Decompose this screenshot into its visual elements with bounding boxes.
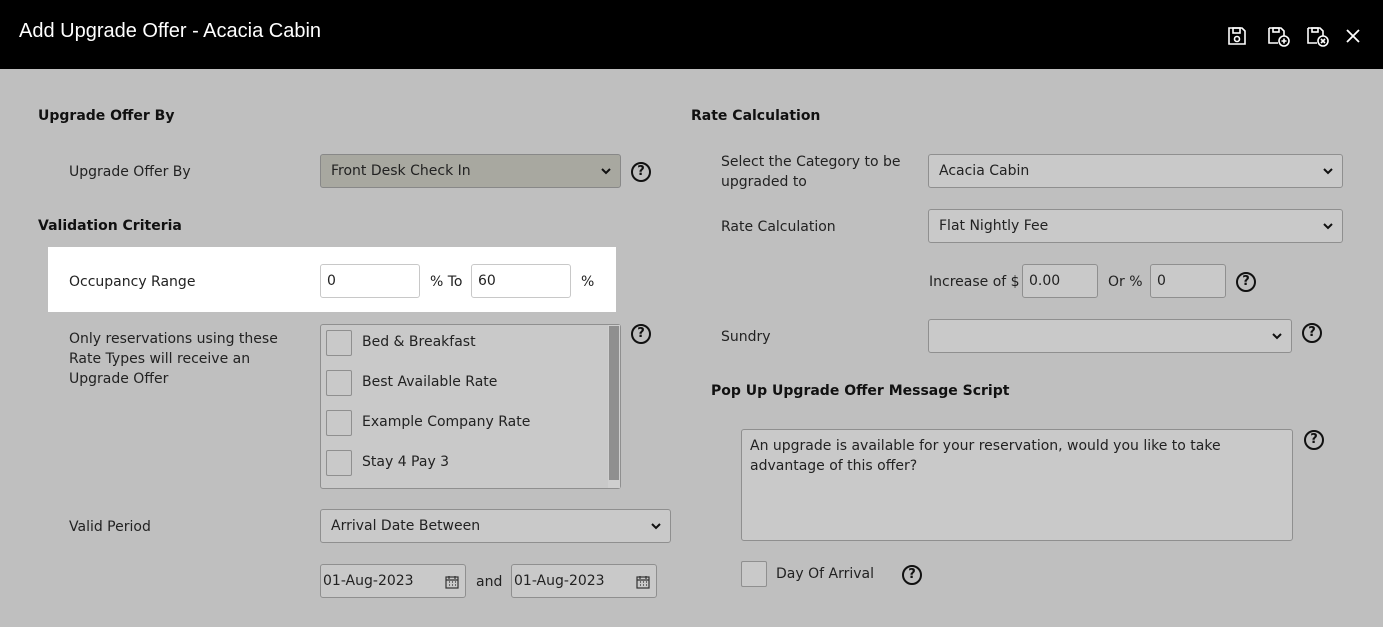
help-icon[interactable]: ?: [1304, 430, 1324, 450]
and-label: and: [476, 574, 503, 590]
title-bar: Add Upgrade Offer - Acacia Cabin: [0, 0, 1383, 69]
occupancy-to-label: % To: [430, 274, 463, 290]
help-icon[interactable]: ?: [1302, 323, 1322, 343]
category-label: Select the Category to be upgraded to: [721, 154, 901, 190]
upgrade-offer-by-label: Upgrade Offer By: [69, 164, 191, 180]
scrollbar-thumb[interactable]: [609, 326, 619, 480]
or-percent-label: Or %: [1108, 274, 1143, 290]
help-icon[interactable]: ?: [631, 162, 651, 182]
message-script-textarea[interactable]: An upgrade is available for your reserva…: [741, 429, 1293, 541]
scrollbar[interactable]: [608, 325, 620, 488]
rate-calculation-select[interactable]: Flat Nightly Fee: [928, 209, 1343, 243]
occupancy-from-input[interactable]: 0: [320, 264, 420, 298]
checkbox[interactable]: [326, 410, 352, 436]
chevron-down-icon: [651, 523, 661, 530]
save-and-close-icon[interactable]: [1305, 24, 1329, 48]
checkbox[interactable]: [326, 370, 352, 396]
calendar-icon[interactable]: [445, 575, 459, 589]
upgrade-offer-by-select[interactable]: Front Desk Check In: [320, 154, 621, 188]
section-popup-message: Pop Up Upgrade Offer Message Script: [711, 383, 1010, 399]
sundry-label: Sundry: [721, 329, 771, 345]
sundry-select[interactable]: [928, 319, 1292, 353]
section-rate-calculation: Rate Calculation: [691, 108, 821, 124]
or-percent-input[interactable]: 0: [1150, 264, 1226, 298]
rate-calculation-label: Rate Calculation: [721, 219, 836, 235]
day-of-arrival-checkbox[interactable]: [741, 561, 767, 587]
chevron-down-icon: [1323, 168, 1333, 175]
valid-period-label: Valid Period: [69, 519, 151, 535]
increase-label: Increase of $: [929, 274, 1020, 290]
occupancy-percent-label: %: [581, 274, 595, 290]
valid-period-select[interactable]: Arrival Date Between: [320, 509, 671, 543]
date-to-input[interactable]: 01-Aug-2023: [511, 564, 657, 598]
date-from-input[interactable]: 01-Aug-2023: [320, 564, 466, 598]
occupancy-range-label: Occupancy Range: [69, 274, 196, 290]
chevron-down-icon: [1323, 223, 1333, 230]
rate-types-list[interactable]: Bed & Breakfast Best Available Rate Exam…: [320, 324, 621, 489]
window-title: Add Upgrade Offer - Acacia Cabin: [19, 20, 322, 42]
occupancy-to-input[interactable]: 60: [471, 264, 571, 298]
help-icon[interactable]: ?: [902, 565, 922, 585]
save-icon[interactable]: [1225, 24, 1249, 48]
chevron-down-icon: [601, 168, 611, 175]
calendar-icon[interactable]: [636, 575, 650, 589]
chevron-down-icon: [1272, 333, 1282, 340]
increase-input[interactable]: 0.00: [1022, 264, 1098, 298]
checkbox[interactable]: [326, 330, 352, 356]
checkbox[interactable]: [326, 450, 352, 476]
help-icon[interactable]: ?: [631, 324, 651, 344]
day-of-arrival-label: Day Of Arrival: [776, 566, 874, 582]
rate-types-label: Only reservations using these Rate Types…: [69, 331, 278, 387]
save-and-add-icon[interactable]: [1266, 24, 1290, 48]
section-validation-criteria: Validation Criteria: [38, 218, 182, 234]
close-icon[interactable]: [1341, 24, 1365, 48]
section-upgrade-offer-by: Upgrade Offer By: [38, 108, 175, 124]
help-icon[interactable]: ?: [1236, 272, 1256, 292]
category-select[interactable]: Acacia Cabin: [928, 154, 1343, 188]
